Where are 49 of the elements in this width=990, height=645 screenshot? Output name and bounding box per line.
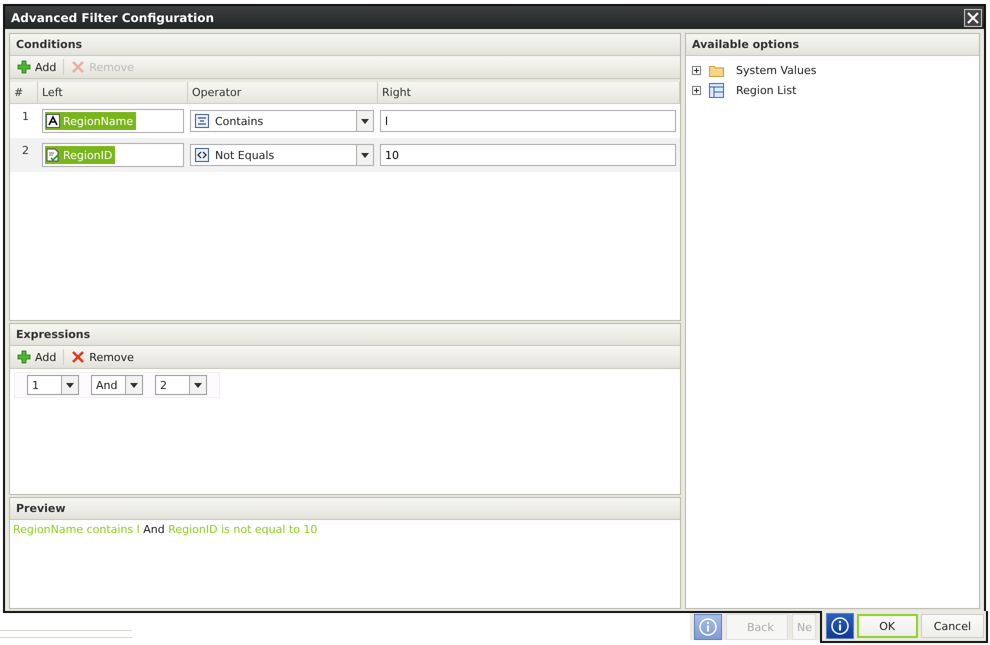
caret-icon — [361, 118, 369, 124]
column-header: Left — [38, 82, 188, 103]
help-button[interactable] — [826, 613, 854, 639]
value-input[interactable]: 10 — [380, 144, 676, 166]
expand-icon[interactable] — [692, 66, 701, 74]
column-header: # — [10, 82, 38, 103]
row-number: 1 — [21, 109, 30, 123]
panel-title: Expressions — [16, 328, 90, 341]
expression-dropdown[interactable]: 2 — [155, 375, 207, 395]
info-icon — [830, 617, 849, 635]
panel-title: Available options — [692, 38, 800, 51]
close-button[interactable] — [964, 8, 982, 26]
field-tag: RegionID — [45, 146, 116, 164]
info-icon — [699, 618, 717, 636]
field-tag: RegionName — [45, 112, 136, 130]
operator-dropdown[interactable]: Contains — [190, 110, 374, 132]
close-icon — [71, 60, 86, 74]
cancel-button[interactable]: Cancel — [920, 614, 984, 638]
caret-icon — [361, 152, 369, 158]
lines-icon — [195, 114, 209, 128]
close-icon — [71, 350, 86, 364]
column-header: Operator — [188, 82, 378, 103]
column-header: Right — [378, 82, 680, 103]
caret-icon — [194, 382, 202, 388]
caret-icon — [66, 382, 74, 388]
ok-button[interactable]: OK — [856, 614, 918, 638]
tree-item[interactable]: System Values — [736, 64, 816, 76]
expand-icon[interactable] — [692, 86, 701, 94]
remove-button[interactable]: Remove — [68, 350, 137, 364]
operator-dropdown[interactable]: Not Equals — [190, 144, 374, 166]
folder-icon — [709, 64, 724, 76]
caret-icon — [130, 382, 138, 388]
table-icon — [709, 82, 724, 98]
angle-brackets-icon — [195, 148, 209, 162]
tree-item[interactable]: Region List — [736, 84, 796, 96]
plus-icon — [17, 350, 31, 364]
plus-icon — [17, 60, 31, 74]
panel-title: Conditions — [16, 38, 82, 51]
expression-dropdown[interactable]: And — [91, 375, 143, 395]
panel-title: Preview — [16, 502, 66, 515]
text-field-icon — [46, 114, 60, 128]
value-input[interactable]: l — [380, 110, 676, 132]
window-title: Advanced Filter Configuration — [11, 10, 214, 24]
document-check-icon — [46, 148, 60, 162]
preview-text: RegionName contains l And RegionID is not equal to 10 — [12, 522, 318, 538]
add-button[interactable]: Add — [14, 350, 60, 364]
expression-dropdown[interactable]: 1 — [27, 375, 79, 395]
add-button[interactable]: Add — [14, 60, 60, 74]
row-number: 2 — [21, 143, 30, 157]
